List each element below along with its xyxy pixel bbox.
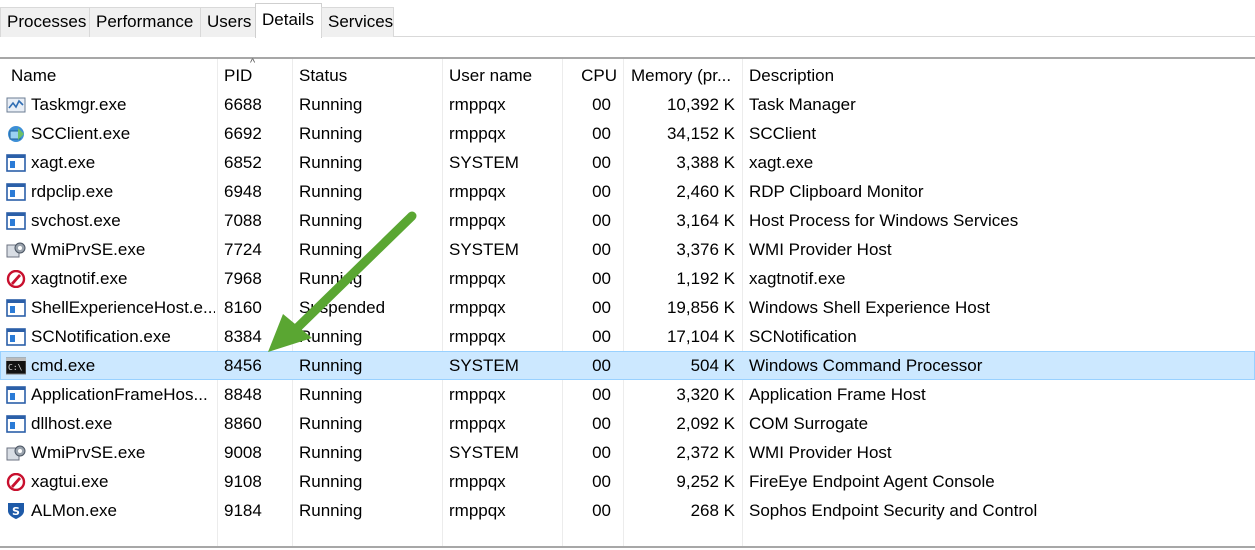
annotation-arrow — [268, 211, 417, 352]
